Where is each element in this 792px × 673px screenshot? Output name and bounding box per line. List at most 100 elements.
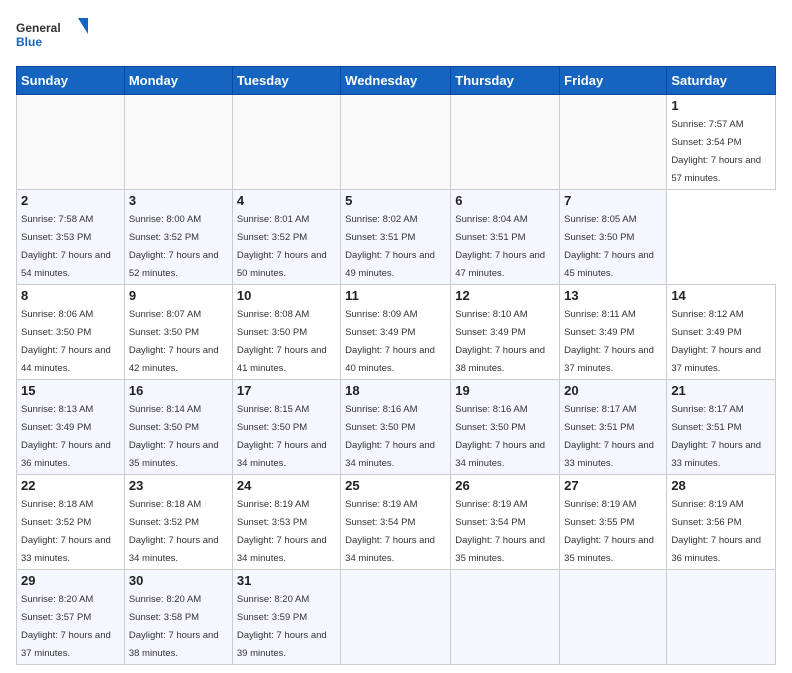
day-info: Sunrise: 8:15 AMSunset: 3:50 PMDaylight:…	[237, 404, 327, 469]
day-num: 25	[345, 478, 446, 493]
calendar-body: 1Sunrise: 7:57 AMSunset: 3:54 PMDaylight…	[17, 95, 776, 665]
calendar-week-1: 1Sunrise: 7:57 AMSunset: 3:54 PMDaylight…	[17, 95, 776, 190]
svg-text:General: General	[16, 21, 61, 35]
calendar-day-1: 1Sunrise: 7:57 AMSunset: 3:54 PMDaylight…	[667, 95, 776, 190]
day-info: Sunrise: 8:11 AMSunset: 3:49 PMDaylight:…	[564, 309, 654, 374]
svg-text:Blue: Blue	[16, 35, 42, 49]
day-info: Sunrise: 8:04 AMSunset: 3:51 PMDaylight:…	[455, 214, 545, 279]
day-info: Sunrise: 8:05 AMSunset: 3:50 PMDaylight:…	[564, 214, 654, 279]
calendar-week-3: 8Sunrise: 8:06 AMSunset: 3:50 PMDaylight…	[17, 285, 776, 380]
calendar-day-9: 9 Sunrise: 8:07 AMSunset: 3:50 PMDaylight…	[124, 285, 232, 380]
day-header-thursday: Thursday	[451, 67, 560, 95]
logo: General Blue	[16, 16, 96, 54]
day-num: 9	[129, 288, 228, 303]
day-info: Sunrise: 8:16 AMSunset: 3:50 PMDaylight:…	[455, 404, 545, 469]
day-header-friday: Friday	[560, 67, 667, 95]
day-num: 24	[237, 478, 336, 493]
calendar-day-7: 7 Sunrise: 8:05 AMSunset: 3:50 PMDaylight…	[560, 190, 667, 285]
day-info: Sunrise: 8:19 AMSunset: 3:54 PMDaylight:…	[345, 499, 435, 564]
day-num: 28	[671, 478, 771, 493]
calendar-day-24: 24 Sunrise: 8:19 AMSunset: 3:53 PMDayligh…	[232, 475, 340, 570]
day-num: 6	[455, 193, 555, 208]
calendar-day-25: 25 Sunrise: 8:19 AMSunset: 3:54 PMDayligh…	[341, 475, 451, 570]
calendar-day-19: 19Sunrise: 8:16 AMSunset: 3:50 PMDayligh…	[451, 380, 560, 475]
calendar-week-2: 2Sunrise: 7:58 AMSunset: 3:53 PMDaylight…	[17, 190, 776, 285]
calendar-week-5: 22Sunrise: 8:18 AMSunset: 3:52 PMDayligh…	[17, 475, 776, 570]
empty-cell	[560, 95, 667, 190]
day-info: Sunrise: 8:08 AMSunset: 3:50 PMDaylight:…	[237, 309, 327, 374]
calendar-day-5: 5Sunrise: 8:02 AMSunset: 3:51 PMDaylight…	[341, 190, 451, 285]
calendar-table: SundayMondayTuesdayWednesdayThursdayFrid…	[16, 66, 776, 665]
day-info: Sunrise: 8:19 AMSunset: 3:53 PMDaylight:…	[237, 499, 327, 564]
calendar-day-6: 6 Sunrise: 8:04 AMSunset: 3:51 PMDaylight…	[451, 190, 560, 285]
day-info: Sunrise: 8:10 AMSunset: 3:49 PMDaylight:…	[455, 309, 545, 374]
day-info: Sunrise: 8:17 AMSunset: 3:51 PMDaylight:…	[564, 404, 654, 469]
day-num: 1	[671, 98, 771, 113]
day-info: Sunrise: 8:07 AMSunset: 3:50 PMDaylight:…	[129, 309, 219, 374]
day-num: 5	[345, 193, 446, 208]
day-num: 23	[129, 478, 228, 493]
calendar-day-28: 28 Sunrise: 8:19 AMSunset: 3:56 PMDayligh…	[667, 475, 776, 570]
day-header-saturday: Saturday	[667, 67, 776, 95]
day-info: Sunrise: 8:12 AMSunset: 3:49 PMDaylight:…	[671, 309, 761, 374]
day-info: Sunrise: 8:09 AMSunset: 3:49 PMDaylight:…	[345, 309, 435, 374]
day-info: Sunrise: 8:19 AMSunset: 3:55 PMDaylight:…	[564, 499, 654, 564]
day-info: Sunrise: 8:20 AMSunset: 3:57 PMDaylight:…	[21, 594, 111, 659]
day-info: Sunrise: 8:19 AMSunset: 3:56 PMDaylight:…	[671, 499, 761, 564]
calendar-day-29: 29 Sunrise: 8:20 AMSunset: 3:57 PMDayligh…	[17, 570, 125, 665]
day-num: 29	[21, 573, 120, 588]
day-header-wednesday: Wednesday	[341, 67, 451, 95]
empty-cell	[667, 570, 776, 665]
day-info: Sunrise: 8:20 AMSunset: 3:58 PMDaylight:…	[129, 594, 219, 659]
calendar-day-11: 11 Sunrise: 8:09 AMSunset: 3:49 PMDayligh…	[341, 285, 451, 380]
day-num: 21	[671, 383, 771, 398]
calendar-day-22: 22Sunrise: 8:18 AMSunset: 3:52 PMDayligh…	[17, 475, 125, 570]
calendar-day-31: 31Sunrise: 8:20 AMSunset: 3:59 PMDayligh…	[232, 570, 340, 665]
calendar-day-8: 8Sunrise: 8:06 AMSunset: 3:50 PMDaylight…	[17, 285, 125, 380]
empty-cell	[341, 95, 451, 190]
day-num: 30	[129, 573, 228, 588]
day-num: 17	[237, 383, 336, 398]
calendar-day-23: 23 Sunrise: 8:18 AMSunset: 3:52 PMDayligh…	[124, 475, 232, 570]
day-num: 4	[237, 193, 336, 208]
day-info: Sunrise: 8:18 AMSunset: 3:52 PMDaylight:…	[129, 499, 219, 564]
calendar-day-30: 30 Sunrise: 8:20 AMSunset: 3:58 PMDayligh…	[124, 570, 232, 665]
day-info: Sunrise: 8:06 AMSunset: 3:50 PMDaylight:…	[21, 309, 111, 374]
calendar-day-16: 16Sunrise: 8:14 AMSunset: 3:50 PMDayligh…	[124, 380, 232, 475]
calendar-week-6: 29 Sunrise: 8:20 AMSunset: 3:57 PMDayligh…	[17, 570, 776, 665]
calendar-header-row: SundayMondayTuesdayWednesdayThursdayFrid…	[17, 67, 776, 95]
day-num: 14	[671, 288, 771, 303]
calendar-day-13: 13 Sunrise: 8:11 AMSunset: 3:49 PMDayligh…	[560, 285, 667, 380]
calendar-day-3: 3 Sunrise: 8:00 AMSunset: 3:52 PMDaylight…	[124, 190, 232, 285]
calendar-week-4: 15Sunrise: 8:13 AMSunset: 3:49 PMDayligh…	[17, 380, 776, 475]
calendar-day-26: 26Sunrise: 8:19 AMSunset: 3:54 PMDayligh…	[451, 475, 560, 570]
calendar-day-4: 4 Sunrise: 8:01 AMSunset: 3:52 PMDaylight…	[232, 190, 340, 285]
calendar-day-27: 27 Sunrise: 8:19 AMSunset: 3:55 PMDayligh…	[560, 475, 667, 570]
day-num: 11	[345, 288, 446, 303]
day-info: Sunrise: 8:16 AMSunset: 3:50 PMDaylight:…	[345, 404, 435, 469]
day-num: 3	[129, 193, 228, 208]
day-num: 26	[455, 478, 555, 493]
logo-svg: General Blue	[16, 16, 96, 54]
calendar-day-2: 2Sunrise: 7:58 AMSunset: 3:53 PMDaylight…	[17, 190, 125, 285]
day-num: 13	[564, 288, 662, 303]
day-num: 18	[345, 383, 446, 398]
empty-cell	[17, 95, 125, 190]
day-num: 12	[455, 288, 555, 303]
day-info: Sunrise: 8:01 AMSunset: 3:52 PMDaylight:…	[237, 214, 327, 279]
calendar-day-21: 21Sunrise: 8:17 AMSunset: 3:51 PMDayligh…	[667, 380, 776, 475]
day-num: 20	[564, 383, 662, 398]
day-num: 27	[564, 478, 662, 493]
empty-cell	[451, 95, 560, 190]
day-num: 15	[21, 383, 120, 398]
day-num: 2	[21, 193, 120, 208]
calendar-day-14: 14 Sunrise: 8:12 AMSunset: 3:49 PMDayligh…	[667, 285, 776, 380]
empty-cell	[124, 95, 232, 190]
empty-cell	[451, 570, 560, 665]
day-info: Sunrise: 8:20 AMSunset: 3:59 PMDaylight:…	[237, 594, 327, 659]
day-info: Sunrise: 8:18 AMSunset: 3:52 PMDaylight:…	[21, 499, 111, 564]
day-num: 7	[564, 193, 662, 208]
day-header-sunday: Sunday	[17, 67, 125, 95]
empty-cell	[560, 570, 667, 665]
day-info: Sunrise: 8:00 AMSunset: 3:52 PMDaylight:…	[129, 214, 219, 279]
